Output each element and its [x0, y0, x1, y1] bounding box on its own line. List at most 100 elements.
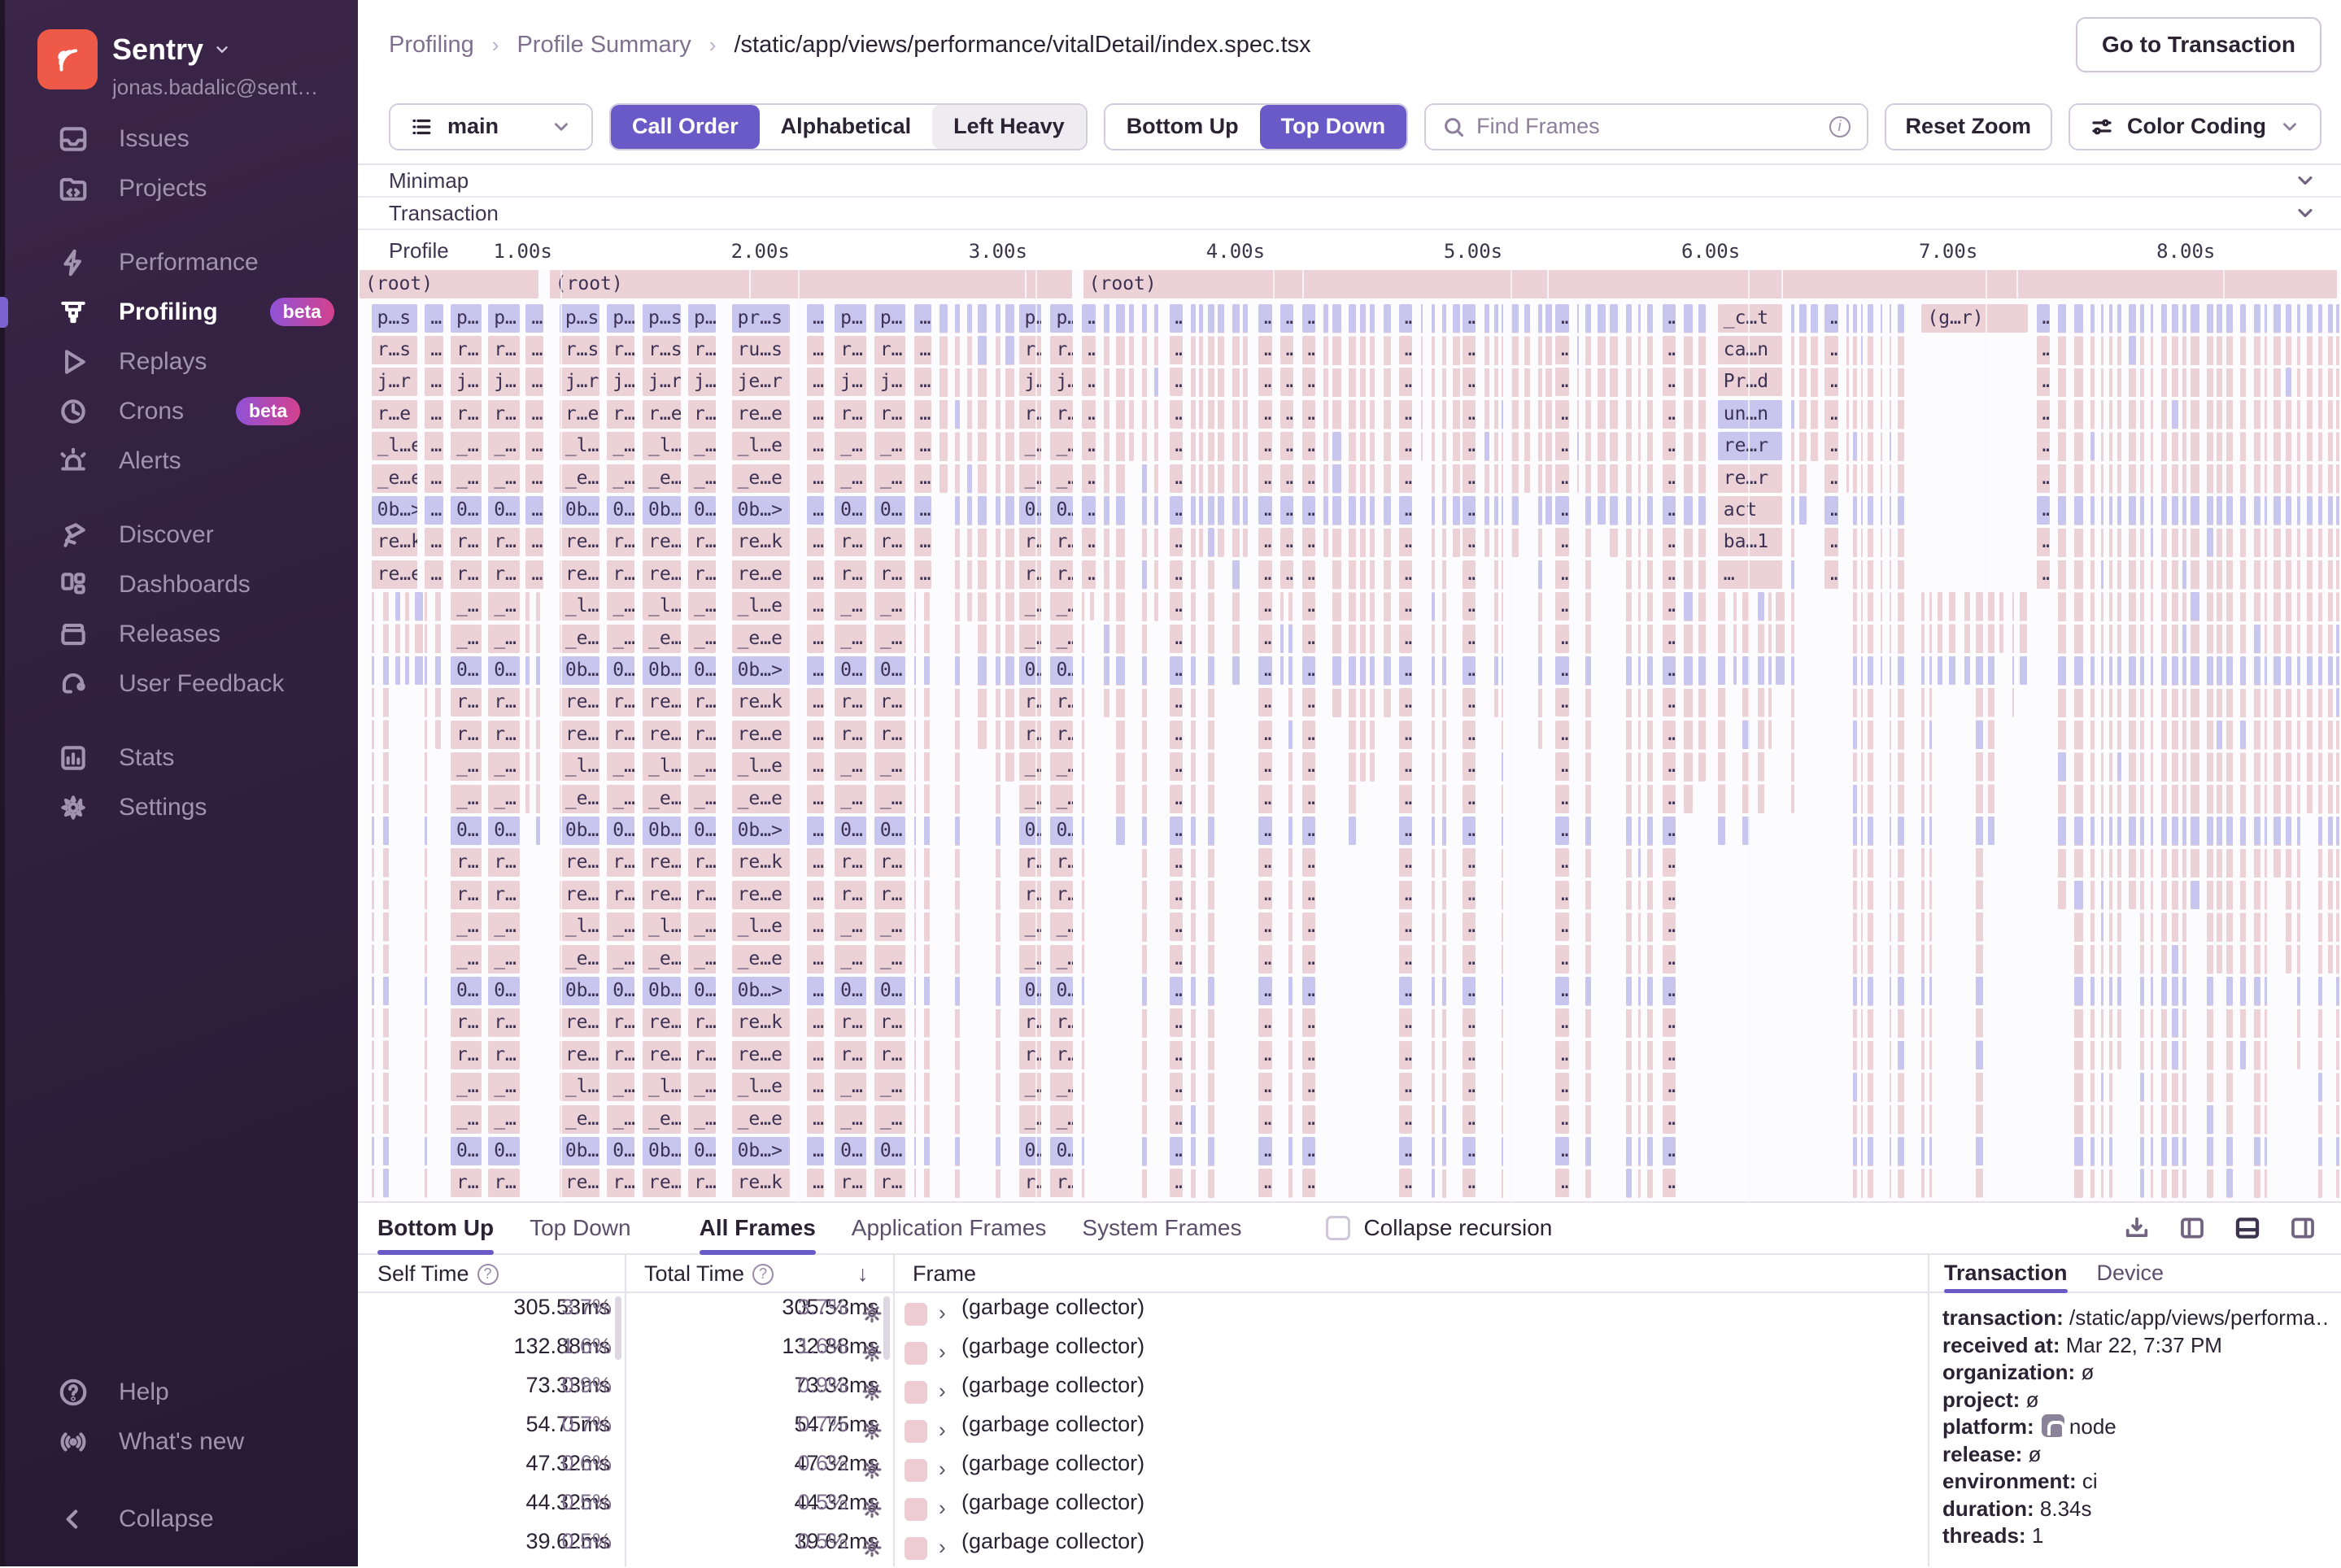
flame-frame[interactable] — [2182, 1137, 2186, 1165]
flame-frame[interactable]: … — [1258, 528, 1271, 556]
flame-frame[interactable]: _l…e — [643, 592, 681, 621]
flame-frame[interactable] — [1288, 625, 1293, 653]
sidebar-item-projects[interactable]: Projects — [5, 163, 358, 213]
flame-frame[interactable] — [1502, 496, 1504, 525]
flame-frame[interactable] — [2240, 977, 2246, 1005]
flame-frame[interactable] — [2074, 1137, 2083, 1165]
flame-frame[interactable]: j… — [1019, 368, 1041, 396]
flame-frame[interactable] — [2226, 304, 2233, 1198]
flame-frame[interactable]: … — [1280, 560, 1293, 589]
flame-frame[interactable] — [1360, 496, 1366, 525]
gear-icon[interactable] — [861, 1419, 883, 1448]
flame-frame[interactable] — [955, 496, 960, 525]
flame-frame[interactable]: … — [1663, 368, 1676, 396]
flame-frame[interactable] — [1929, 817, 1932, 845]
flame-frame[interactable] — [1988, 817, 1994, 845]
flame-frame[interactable]: … — [1258, 400, 1271, 429]
flame-frame[interactable]: … — [1824, 336, 1837, 364]
flame-frame[interactable] — [1129, 304, 1135, 333]
flame-frame[interactable]: … — [1280, 336, 1293, 364]
flame-frame[interactable]: … — [1302, 592, 1315, 621]
flame-frame[interactable] — [1142, 304, 1147, 333]
flame-frame[interactable] — [2058, 304, 2066, 333]
flame-frame[interactable]: … — [1258, 625, 1271, 653]
flame-frame[interactable]: 0… — [1019, 817, 1041, 845]
flame-frame[interactable] — [1890, 977, 1891, 1005]
flame-frame[interactable]: _… — [1019, 912, 1041, 941]
flame-frame[interactable] — [383, 977, 390, 1005]
flame-frame[interactable]: … — [1399, 656, 1412, 685]
flame-frame[interactable]: _… — [451, 432, 482, 460]
flame-frame[interactable]: r… — [835, 400, 865, 429]
flame-frame[interactable]: r… — [874, 721, 905, 749]
flame-frame[interactable]: r… — [607, 848, 634, 877]
flame-frame[interactable]: … — [1170, 848, 1183, 877]
flame-frame[interactable]: … — [1663, 304, 1676, 333]
flame-frame[interactable]: … — [1555, 1008, 1568, 1037]
flame-frame[interactable]: _l…e — [560, 592, 599, 621]
flame-frame[interactable] — [1898, 1137, 1904, 1165]
flame-frame[interactable] — [1005, 304, 1014, 333]
flame-frame[interactable]: 0… — [874, 817, 905, 845]
flame-frame[interactable]: … — [1258, 368, 1271, 396]
inspector-tab-device[interactable]: Device — [2097, 1255, 2164, 1291]
flame-frame[interactable] — [1191, 1137, 1196, 1165]
flame-frame[interactable]: r… — [488, 1169, 519, 1197]
flame-frame[interactable] — [1647, 817, 1653, 845]
flame-frame[interactable]: re…e — [643, 881, 681, 909]
sidebar-item-settings[interactable]: Settings — [5, 782, 358, 832]
flame-frame[interactable] — [2101, 656, 2103, 685]
flame-frame[interactable] — [1232, 560, 1240, 589]
flame-frame[interactable]: … — [1399, 336, 1412, 364]
flame-frame[interactable]: … — [1824, 368, 1837, 396]
flame-frame[interactable] — [2226, 977, 2233, 1005]
flame-frame[interactable] — [2101, 1137, 2103, 1165]
flame-frame[interactable]: r… — [874, 1008, 905, 1037]
flame-frame[interactable]: 0… — [835, 656, 865, 685]
flame-frame[interactable]: … — [807, 592, 824, 621]
flame-frame[interactable]: … — [1463, 881, 1476, 909]
flame-frame[interactable] — [1976, 656, 1983, 685]
flame-frame[interactable] — [1626, 977, 1632, 1005]
flame-frame[interactable]: … — [1555, 336, 1568, 364]
table-row[interactable]: 54.75ms0.7%54.75ms0.7%›(garbage collecto… — [358, 1412, 1928, 1451]
flame-frame[interactable]: p… — [835, 304, 865, 333]
flame-frame[interactable] — [2328, 304, 2333, 333]
flame-frame[interactable] — [1698, 304, 1705, 782]
flame-frame[interactable]: p… — [488, 304, 519, 333]
flame-frame[interactable] — [2318, 496, 2322, 525]
flame-frame[interactable]: _… — [688, 785, 716, 813]
flame-frame[interactable]: … — [1463, 912, 1476, 941]
flame-frame[interactable] — [2207, 817, 2213, 845]
flame-frame[interactable] — [1208, 977, 1214, 1005]
flame-frame[interactable]: … — [1302, 432, 1315, 460]
flame-frame[interactable]: 0… — [488, 977, 519, 1005]
flame-frame[interactable] — [1853, 721, 1857, 749]
flame-frame[interactable] — [1881, 304, 1882, 686]
flame-frame[interactable] — [2273, 304, 2281, 878]
flame-frame[interactable] — [2090, 656, 2095, 685]
flame-frame[interactable]: j… — [451, 368, 482, 396]
flame-frame[interactable] — [2240, 304, 2246, 333]
flame-frame[interactable]: … — [1302, 528, 1315, 556]
flame-frame[interactable] — [2090, 1137, 2095, 1165]
flame-frame[interactable] — [1626, 1169, 1632, 1197]
flame-frame[interactable]: … — [1555, 977, 1568, 1005]
flame-frame[interactable] — [1384, 304, 1391, 333]
flame-frame[interactable] — [1898, 656, 1904, 685]
flame-frame[interactable]: … — [1824, 464, 1837, 493]
flame-frame[interactable]: 0b…> — [560, 656, 599, 685]
flame-frame[interactable]: … — [1170, 656, 1183, 685]
flame-frame[interactable]: … — [1463, 1137, 1476, 1165]
flame-frame[interactable]: _… — [488, 625, 519, 653]
flame-frame[interactable]: _… — [1050, 432, 1072, 460]
flame-frame[interactable]: re…k — [732, 528, 790, 556]
flame-frame[interactable]: r… — [1050, 1169, 1072, 1197]
flame-frame[interactable] — [2140, 1169, 2144, 1197]
flame-frame[interactable] — [2318, 656, 2322, 685]
flame-frame[interactable]: … — [1302, 817, 1315, 845]
flame-frame[interactable] — [1868, 304, 1873, 333]
flame-frame[interactable]: p… — [607, 304, 634, 333]
flame-frame[interactable] — [2101, 881, 2103, 909]
flame-frame[interactable]: … — [1170, 977, 1183, 1005]
